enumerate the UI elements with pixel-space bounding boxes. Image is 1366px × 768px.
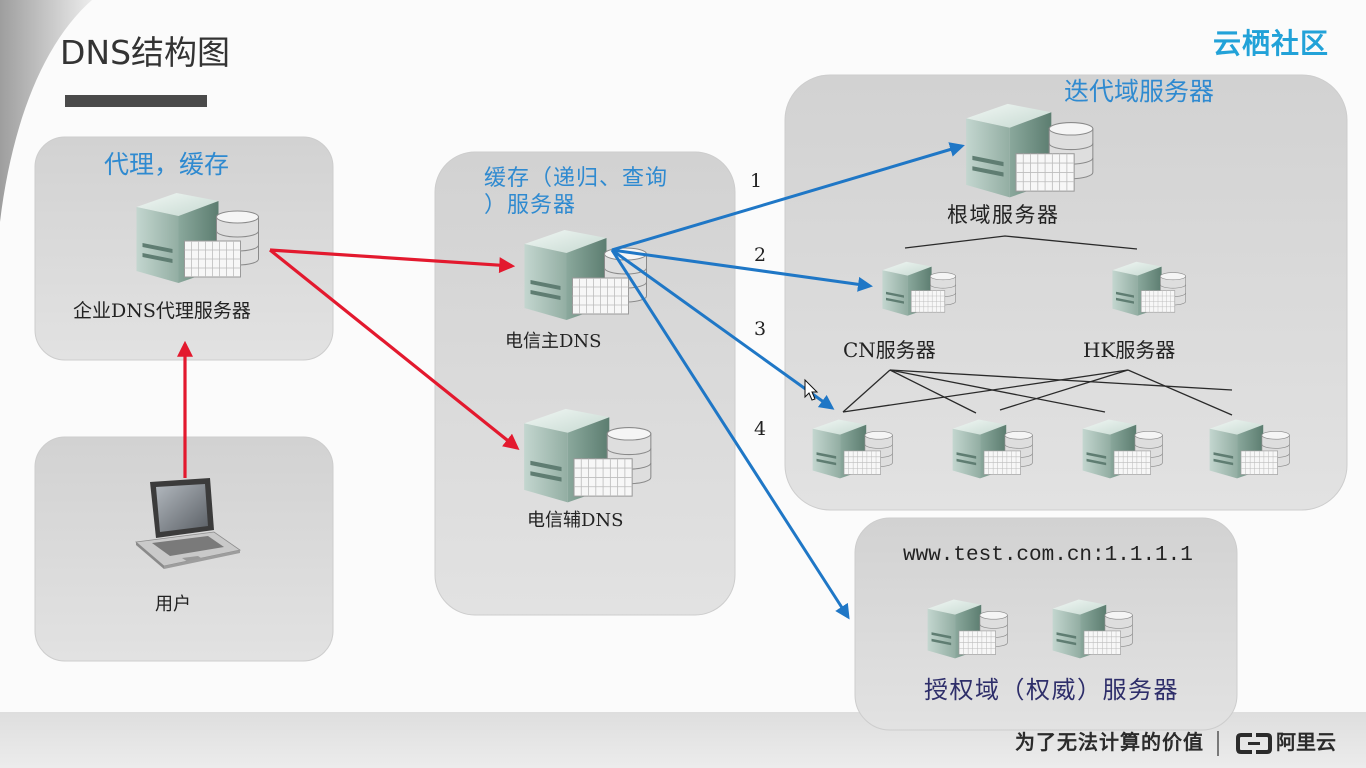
user-label: 用户: [155, 594, 191, 615]
root-server-label: 根域服务器: [947, 203, 1060, 227]
title-underline: [65, 95, 207, 107]
recursive-box-label-line1: 缓存（递归、查询: [484, 166, 669, 191]
yunqi-community-logo: 云栖社区: [1213, 27, 1330, 60]
proxy-cache-label: 代理，缓存: [104, 150, 230, 179]
query-step-4: 4: [754, 418, 767, 440]
hk-server-label: HK服务器: [1083, 338, 1176, 362]
iterative-box-label: 迭代域服务器: [1064, 77, 1215, 106]
footer-brand: 阿里云: [1276, 730, 1336, 754]
recursive-box-label-line2: ）服务器: [484, 193, 577, 218]
primary-dns-label: 电信主DNS: [505, 331, 602, 352]
dns-structure-diagram: [0, 0, 1366, 768]
dns-record-text: www.test.com.cn:1.1.1.1: [903, 544, 1193, 567]
slide-title: DNS结构图: [60, 33, 231, 72]
query-step-1: 1: [750, 170, 763, 192]
query-step-2: 2: [754, 244, 767, 266]
footer-slogan: 为了无法计算的价值: [1015, 730, 1204, 754]
secondary-dns-label: 电信辅DNS: [527, 510, 624, 531]
cn-server-label: CN服务器: [843, 338, 936, 362]
query-step-3: 3: [754, 318, 767, 340]
proxy-server-label: 企业DNS代理服务器: [73, 300, 251, 322]
recursive-cache-box: [434, 151, 736, 616]
authoritative-server-label: 授权域（权威）服务器: [924, 676, 1179, 704]
